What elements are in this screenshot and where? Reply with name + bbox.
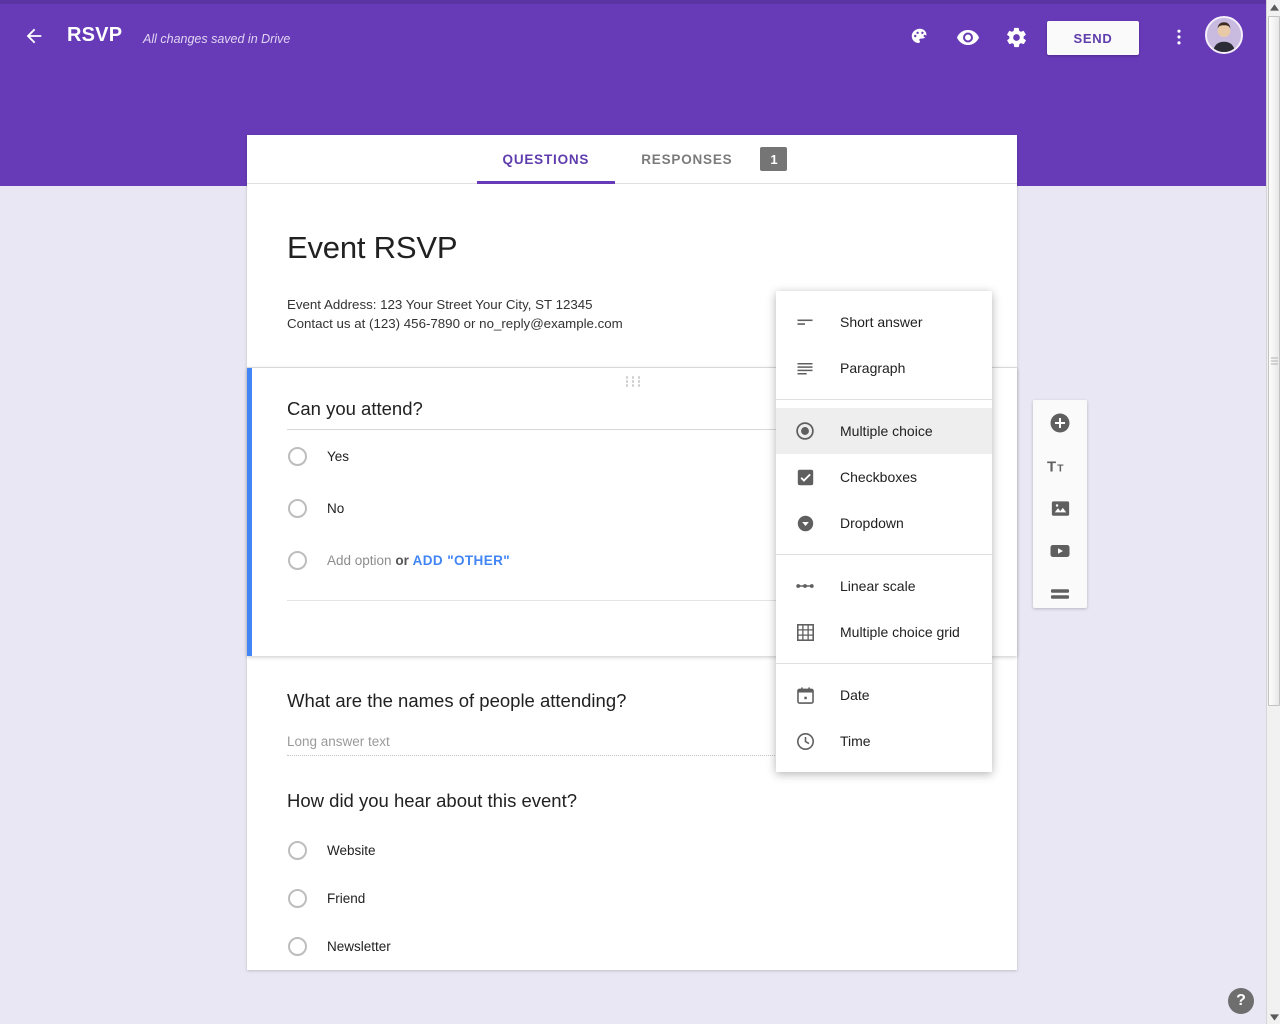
- option-label[interactable]: Newsletter: [327, 939, 391, 954]
- add-question-button[interactable]: [1044, 409, 1076, 438]
- add-title-button[interactable]: TT: [1044, 452, 1076, 481]
- calendar-icon: [792, 682, 818, 708]
- radio-icon[interactable]: [288, 936, 307, 956]
- option-label[interactable]: Yes: [327, 449, 349, 464]
- menu-item-label: Multiple choice grid: [840, 624, 960, 640]
- checkbox-icon: [792, 464, 818, 490]
- menu-divider: [776, 399, 992, 400]
- add-other-button[interactable]: ADD "OTHER": [413, 553, 510, 568]
- question-title[interactable]: How did you hear about this event?: [287, 790, 977, 812]
- responses-count-badge: 1: [760, 147, 788, 171]
- add-option-text: Add option or ADD "OTHER": [327, 553, 510, 568]
- menu-item-multiple-choice[interactable]: Multiple choice: [776, 408, 992, 454]
- menu-group-text: Short answer Paragraph: [776, 299, 992, 391]
- menu-item-linear-scale[interactable]: Linear scale: [776, 563, 992, 609]
- tab-questions-label: QUESTIONS: [502, 151, 590, 167]
- option-label[interactable]: Friend: [327, 891, 365, 906]
- scrollbar-grip: [1271, 357, 1278, 365]
- radio-icon[interactable]: [288, 498, 307, 518]
- menu-item-multiple-choice-grid[interactable]: Multiple choice grid: [776, 609, 992, 655]
- dropdown-icon: [792, 510, 818, 536]
- question-body: How did you hear about this event? Websi…: [247, 756, 1017, 970]
- scroll-down-arrow-icon[interactable]: [1267, 1010, 1280, 1024]
- radio-icon: [288, 550, 307, 570]
- clock-icon: [792, 728, 818, 754]
- scroll-up-arrow-icon[interactable]: [1267, 0, 1280, 14]
- radio-icon[interactable]: [288, 840, 307, 860]
- menu-divider: [776, 554, 992, 555]
- menu-item-label: Short answer: [840, 314, 923, 330]
- add-section-button[interactable]: [1044, 579, 1076, 608]
- tab-questions[interactable]: QUESTIONS: [476, 135, 616, 184]
- option-row[interactable]: Newsletter: [287, 922, 977, 970]
- app-bar: RSVP All changes saved in Drive SEND: [0, 4, 1266, 66]
- menu-item-paragraph[interactable]: Paragraph: [776, 345, 992, 391]
- gear-settings-icon[interactable]: [999, 20, 1033, 54]
- menu-item-label: Date: [840, 687, 870, 703]
- menu-item-short-answer[interactable]: Short answer: [776, 299, 992, 345]
- grid-icon: [792, 619, 818, 645]
- linear-scale-icon: [792, 573, 818, 599]
- option-label[interactable]: Website: [327, 843, 376, 858]
- menu-group-choice: Multiple choice Checkboxes Dropdown: [776, 408, 992, 546]
- save-status-text: All changes saved in Drive: [143, 32, 291, 46]
- menu-item-checkboxes[interactable]: Checkboxes: [776, 454, 992, 500]
- back-arrow-icon[interactable]: [18, 20, 50, 52]
- radio-icon[interactable]: [288, 888, 307, 908]
- form-title[interactable]: Event RSVP: [287, 230, 977, 266]
- menu-item-label: Dropdown: [840, 515, 904, 531]
- help-button[interactable]: ?: [1228, 988, 1254, 1014]
- add-image-button[interactable]: [1044, 494, 1076, 523]
- menu-group-datetime: Date Time: [776, 672, 992, 764]
- eye-preview-icon[interactable]: [951, 20, 985, 54]
- document-title[interactable]: RSVP: [67, 24, 122, 47]
- short-answer-icon: [792, 309, 818, 335]
- option-label[interactable]: No: [327, 501, 344, 516]
- menu-item-dropdown[interactable]: Dropdown: [776, 500, 992, 546]
- add-item-toolbar: TT: [1033, 400, 1087, 608]
- option-row[interactable]: Friend: [287, 874, 977, 922]
- menu-item-label: Time: [840, 733, 871, 749]
- add-video-button[interactable]: [1044, 537, 1076, 566]
- question-card-multiple-choice[interactable]: How did you hear about this event? Websi…: [247, 756, 1017, 970]
- tab-responses-label: RESPONSES: [641, 151, 733, 167]
- menu-item-time[interactable]: Time: [776, 718, 992, 764]
- drag-handle-icon[interactable]: [625, 376, 644, 387]
- radio-icon: [792, 418, 818, 444]
- kebab-more-icon[interactable]: [1162, 20, 1196, 54]
- paragraph-icon: [792, 355, 818, 381]
- svg-text:T: T: [1047, 459, 1056, 475]
- svg-text:T: T: [1057, 463, 1064, 474]
- question-type-menu[interactable]: Short answer Paragraph Multiple choice C…: [776, 291, 992, 772]
- option-row[interactable]: Website: [287, 826, 977, 874]
- menu-item-date[interactable]: Date: [776, 672, 992, 718]
- menu-group-scale: Linear scale Multiple choice grid: [776, 563, 992, 655]
- tab-bar: QUESTIONS RESPONSES 1: [247, 135, 1017, 184]
- radio-icon[interactable]: [288, 446, 307, 466]
- add-option-label[interactable]: Add option: [327, 553, 392, 568]
- menu-item-label: Multiple choice: [840, 423, 933, 439]
- vertical-scrollbar[interactable]: [1266, 0, 1280, 1024]
- user-avatar[interactable]: [1205, 16, 1243, 54]
- menu-item-label: Paragraph: [840, 360, 906, 376]
- tab-responses[interactable]: RESPONSES: [615, 135, 758, 184]
- palette-icon[interactable]: [903, 20, 937, 54]
- menu-divider: [776, 663, 992, 664]
- menu-item-label: Linear scale: [840, 578, 916, 594]
- send-button[interactable]: SEND: [1047, 21, 1139, 55]
- add-option-or: or: [395, 552, 409, 568]
- scrollbar-thumb[interactable]: [1268, 16, 1280, 706]
- menu-item-label: Checkboxes: [840, 469, 918, 485]
